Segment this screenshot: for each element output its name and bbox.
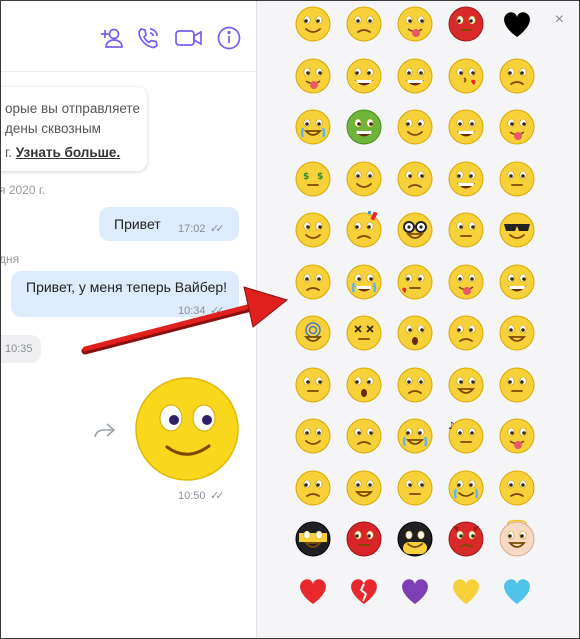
- emoji-heart-broken-icon[interactable]: [344, 570, 384, 610]
- emoji-money-eyes-icon[interactable]: $ $: [293, 158, 333, 198]
- emoji-tongue-down-icon[interactable]: [446, 261, 486, 301]
- chat-pane: орые вы отправляете дены сквозным г. Узн…: [1, 1, 256, 638]
- emoji-worried-icon[interactable]: [395, 106, 435, 146]
- read-ticks-icon: ✓✓: [209, 305, 225, 317]
- emoji-sad-face-icon[interactable]: [344, 3, 384, 43]
- emoji-heart-eyes-icon[interactable]: [497, 3, 537, 43]
- info-icon[interactable]: [216, 25, 242, 51]
- emoji-spider-icon[interactable]: [344, 518, 384, 558]
- video-call-icon[interactable]: [174, 25, 204, 51]
- svg-text:$: $: [317, 172, 323, 182]
- message-time: 10:35: [5, 343, 33, 355]
- emoji-neutral-frown-icon[interactable]: [497, 158, 537, 198]
- forward-icon[interactable]: [93, 421, 117, 439]
- emoji-squint-grin-icon[interactable]: [497, 261, 537, 301]
- emoji-heart-blue-icon[interactable]: [497, 570, 537, 610]
- emoji-crying-blue-icon[interactable]: [293, 106, 333, 146]
- emoji-happy-smile-icon[interactable]: [293, 3, 333, 43]
- emoji-kissing-heart-icon[interactable]: [446, 55, 486, 95]
- emoji-party-confetti-icon[interactable]: [344, 209, 384, 249]
- emoji-heart-red-icon[interactable]: [293, 570, 333, 610]
- emoji-nerd-glasses-icon[interactable]: [395, 209, 435, 249]
- app-window: орые вы отправляете дены сквозным г. Узн…: [0, 0, 580, 639]
- emoji-pleading-icon[interactable]: [497, 364, 537, 404]
- emoji-sunglasses-icon[interactable]: [497, 209, 537, 249]
- read-ticks-icon: ✓✓: [209, 490, 225, 502]
- emoji-sad-icon[interactable]: [293, 209, 333, 249]
- emoji-angry-icon[interactable]: [497, 312, 537, 352]
- emoji-tired-icon[interactable]: [344, 415, 384, 455]
- message-meta: 10:50 ✓✓: [178, 486, 225, 504]
- emoji-grinning-icon[interactable]: [446, 106, 486, 146]
- emoji-angel-baby-icon[interactable]: [497, 518, 537, 558]
- emoji-shocked-icon[interactable]: [395, 55, 435, 95]
- date-separator: я 2020 г.: [1, 183, 46, 197]
- emoji-rolling-eyes-icon[interactable]: [446, 312, 486, 352]
- emoji-unamused-icon[interactable]: [446, 209, 486, 249]
- message-meta: 17:02 ✓✓: [178, 219, 225, 237]
- emoji-tongue-out-icon[interactable]: [293, 55, 333, 95]
- encryption-notice: орые вы отправляете дены сквозным г. Узн…: [1, 87, 147, 171]
- svg-text:$: $: [303, 172, 309, 182]
- emoji-nervous-icon[interactable]: [293, 364, 333, 404]
- emoji-confused-icon[interactable]: [395, 312, 435, 352]
- emoji-smiling-icon[interactable]: [497, 55, 537, 95]
- emoji-smirk-side-icon[interactable]: [395, 364, 435, 404]
- message-time: 10:50: [178, 490, 206, 502]
- message-text: Привет, у меня теперь Вайбер!: [26, 279, 228, 295]
- emoji-laughing-icon[interactable]: [344, 55, 384, 95]
- add-user-icon[interactable]: [99, 25, 125, 51]
- emoji-big-grin-icon[interactable]: [446, 158, 486, 198]
- close-icon[interactable]: ×: [555, 11, 564, 29]
- svg-text:♪: ♪: [448, 421, 454, 432]
- emoji-dizzy-icon[interactable]: [293, 312, 333, 352]
- emoji-heart-yellow-icon[interactable]: [446, 570, 486, 610]
- emoji-smirk-icon[interactable]: [344, 158, 384, 198]
- message-time: 10:34: [178, 305, 206, 317]
- message-text: Привет: [114, 216, 161, 232]
- emoji-ninja-icon[interactable]: [293, 518, 333, 558]
- notice-line-3: г. Узнать больше.: [5, 143, 120, 163]
- notice-line-2: дены сквозным: [5, 121, 101, 136]
- emoji-panel: × $ $ ♪: [256, 1, 579, 638]
- emoji-x-eyes-icon[interactable]: [344, 312, 384, 352]
- emoji-wink-icon[interactable]: [395, 158, 435, 198]
- emoji-tongue-tease-icon[interactable]: [497, 106, 537, 146]
- smiley-sticker[interactable]: [134, 376, 240, 482]
- message-meta: 10:34 ✓✓: [178, 301, 225, 319]
- emoji-blushing-heart-icon[interactable]: [395, 261, 435, 301]
- emoji-crying-laughing-icon[interactable]: [344, 261, 384, 301]
- phone-call-icon[interactable]: [135, 25, 161, 51]
- emoji-winking-tongue-icon[interactable]: [395, 3, 435, 43]
- emoji-laughing-tongue-icon[interactable]: [497, 415, 537, 455]
- learn-more-link[interactable]: Узнать больше.: [16, 145, 120, 160]
- notice-line-3-prefix: г.: [5, 145, 13, 160]
- notice-line-1: орые вы отправляете: [5, 101, 140, 116]
- emoji-sick-green-icon[interactable]: [344, 106, 384, 146]
- date-separator: дня: [1, 252, 20, 266]
- emoji-music-whistle-icon[interactable]: ♪: [446, 415, 486, 455]
- emoji-crying-streams-icon[interactable]: [446, 467, 486, 507]
- emoji-grumpy-icon[interactable]: [344, 467, 384, 507]
- message-bubble-incoming[interactable]: 10:35: [1, 335, 41, 363]
- emoji-upside-look-icon[interactable]: [446, 364, 486, 404]
- emoji-eyes-up-icon[interactable]: [497, 467, 537, 507]
- emoji-skeptical-icon[interactable]: [293, 467, 333, 507]
- emoji-devil-icon[interactable]: [446, 518, 486, 558]
- message-time: 17:02: [178, 223, 206, 235]
- emoji-frowning-angry-icon[interactable]: [293, 415, 333, 455]
- emoji-bat-mask-icon[interactable]: [395, 518, 435, 558]
- emoji-heart-purple-icon[interactable]: [395, 570, 435, 610]
- emoji-teary-icon[interactable]: [395, 415, 435, 455]
- emoji-surprised-o-icon[interactable]: [344, 364, 384, 404]
- emoji-silly-icon[interactable]: [293, 261, 333, 301]
- emoji-thinking-icon[interactable]: [395, 467, 435, 507]
- read-ticks-icon: ✓✓: [209, 223, 225, 235]
- chat-header: [1, 1, 256, 72]
- emoji-angry-red-icon[interactable]: [446, 3, 486, 43]
